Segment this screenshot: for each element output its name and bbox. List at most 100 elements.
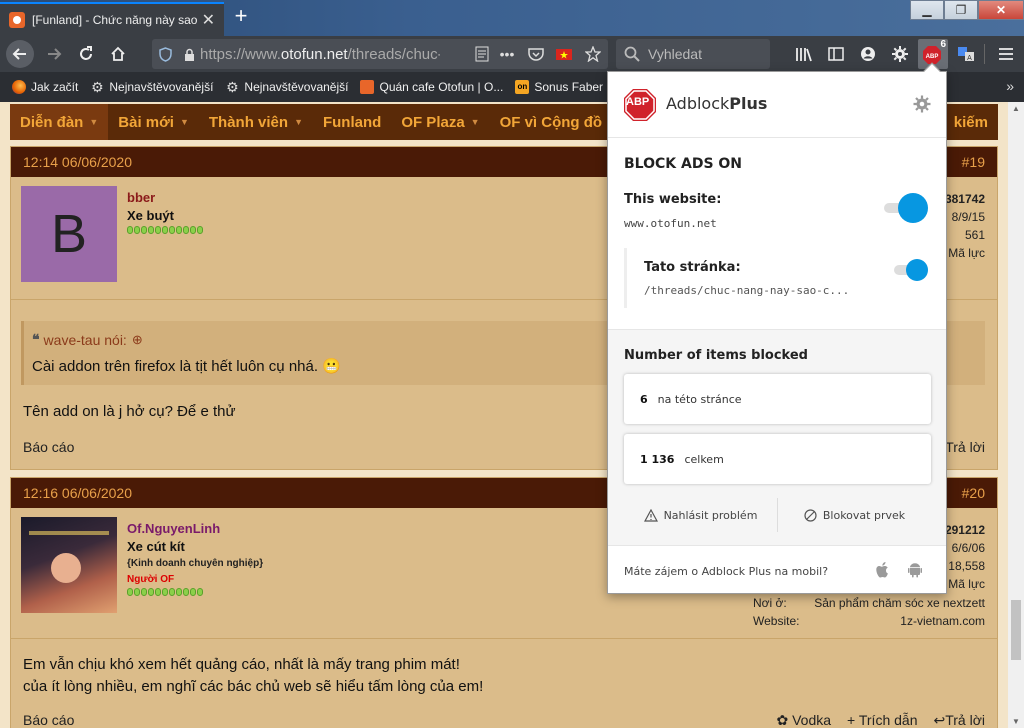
menu-button[interactable]: [992, 40, 1020, 68]
pocket-icon[interactable]: [522, 47, 550, 61]
nav-forum[interactable]: Diễn đàn ▼: [10, 104, 109, 140]
home-icon: [111, 46, 125, 61]
account-button[interactable]: [854, 40, 882, 68]
bookmark-item[interactable]: ⚙ Nejnavštěvovanější: [90, 80, 213, 94]
bookmark-star-icon[interactable]: [578, 46, 608, 62]
warning-icon: [643, 508, 658, 522]
page-path: /threads/chuc-nang-nay-sao-c...: [644, 284, 850, 297]
page-scrollbar[interactable]: ▲ ▼: [1008, 102, 1024, 728]
blocked-heading: Number of items blocked: [624, 348, 808, 363]
user-title: Xe cút kít: [127, 539, 185, 554]
reply-button[interactable]: ↩Trả lời: [933, 712, 985, 728]
bookmark-item[interactable]: ⚙ Nejnavštěvovanější: [225, 80, 348, 94]
apple-icon[interactable]: [876, 562, 890, 578]
reader-view-icon[interactable]: [472, 46, 492, 62]
abp-logo-text: ABP: [626, 96, 650, 108]
quote-button[interactable]: + Trích dẫn: [847, 712, 917, 728]
browser-tab[interactable]: [Funland] - Chức năng này sao c ✕: [0, 2, 224, 36]
abp-stats-section: Number of items blocked 6 na této stránc…: [608, 330, 946, 546]
search-box[interactable]: Vyhledat: [616, 39, 770, 69]
shield-icon[interactable]: [152, 46, 178, 62]
avatar[interactable]: B: [21, 186, 117, 282]
reply-button[interactable]: Trả lời: [945, 439, 985, 455]
restore-button[interactable]: ❐: [944, 0, 978, 20]
back-arrow-icon: [12, 48, 26, 60]
indent-bar: [624, 248, 627, 308]
sidebar-icon: [828, 47, 844, 61]
post-number[interactable]: #19: [962, 154, 985, 170]
library-button[interactable]: [790, 40, 818, 68]
vietnam-flag-icon[interactable]: [550, 48, 578, 60]
back-button[interactable]: [6, 40, 34, 68]
url-text: https://www.otofun.net/threads/chuc-...: [200, 45, 440, 63]
nav-members[interactable]: Thành viên ▼: [199, 104, 313, 140]
avatar-photo-lights: [29, 531, 109, 535]
scroll-up-icon[interactable]: ▲: [1012, 104, 1020, 113]
nav-of-plaza[interactable]: OF Plaza ▼: [391, 104, 489, 140]
close-window-button[interactable]: ✕: [978, 0, 1024, 20]
url-bar[interactable]: https://www.otofun.net/threads/chuc-... …: [152, 39, 608, 69]
home-button[interactable]: [104, 40, 132, 68]
user-extra-info: Nơi ở: Sản phẩm chăm sóc xe nextzett Webs…: [753, 596, 985, 630]
abp-logo-icon: ABP: [923, 46, 941, 64]
report-link[interactable]: Báo cáo: [23, 712, 74, 728]
gear-icon: [892, 46, 908, 62]
settings-extension-button[interactable]: [886, 40, 914, 68]
tab-title: [Funland] - Chức năng này sao c: [32, 13, 200, 27]
settings-gear-icon[interactable]: [913, 95, 931, 113]
total-blocked-count: 1 136: [640, 452, 675, 466]
scrollbar-thumb[interactable]: [1011, 600, 1021, 660]
username[interactable]: Of.NguyenLinh: [127, 521, 220, 536]
nav-funland[interactable]: Funland: [313, 104, 391, 140]
website-link[interactable]: 1z-vietnam.com: [900, 612, 985, 630]
gear-icon: ⚙: [226, 79, 239, 95]
post-number[interactable]: #20: [962, 485, 985, 501]
quote-header[interactable]: ❝ wave-tau nói: ⊕: [32, 331, 143, 348]
chevron-down-icon: ▼: [89, 117, 99, 127]
mobile-promo-text: Máte zájem o Adblock Plus na mobil?: [624, 565, 829, 578]
website-toggle[interactable]: [884, 193, 928, 223]
abp-blocking-section: BLOCK ADS ON This website: www.otofun.ne…: [608, 138, 946, 330]
page-toggle[interactable]: [894, 255, 938, 285]
bookmark-item[interactable]: Quán cafe Otofun | O...: [360, 80, 503, 94]
nav-new-posts[interactable]: Bài mới ▼: [108, 104, 199, 140]
sidebar-button[interactable]: [822, 40, 850, 68]
forward-button[interactable]: [40, 40, 68, 68]
search-placeholder: Vyhledat: [648, 46, 702, 62]
report-issue-button[interactable]: Nahlásit problém: [624, 498, 778, 532]
abp-brand: AdblockPlus: [666, 94, 768, 113]
reputation-bar: [127, 588, 204, 596]
abp-badge-count: 6: [940, 39, 946, 50]
scroll-down-icon[interactable]: ▼: [1012, 717, 1020, 726]
minimize-button[interactable]: ▁: [910, 0, 944, 20]
otofun-favicon-icon: [9, 12, 25, 28]
android-icon[interactable]: [908, 562, 922, 578]
new-tab-button[interactable]: +: [230, 4, 252, 28]
post-date: 12:14 06/06/2020: [23, 154, 132, 170]
bookmark-item[interactable]: on Sonus Faber C: [515, 80, 615, 94]
go-to-quote-icon[interactable]: ⊕: [132, 332, 143, 348]
nav-community[interactable]: OF vì Cộng đồ: [490, 104, 613, 140]
quote-mark-icon: ❝: [32, 331, 40, 347]
report-link[interactable]: Báo cáo: [23, 439, 74, 455]
block-status: BLOCK ADS ON: [624, 156, 743, 172]
abp-actions: Nahlásit problém Blokovat prvek: [624, 498, 931, 532]
page-label: Tato stránka:: [644, 260, 741, 275]
toolbar-separator: [984, 44, 985, 64]
title-bar: [Funland] - Chức năng này sao c ✕ + ▁ ❐ …: [0, 0, 1024, 36]
block-element-button[interactable]: Blokovat prvek: [778, 498, 931, 532]
translate-button[interactable]: A: [952, 40, 980, 68]
reload-button[interactable]: [72, 40, 100, 68]
vodka-button[interactable]: ✿ Vodka: [776, 712, 831, 728]
user-badge: Người OF: [127, 574, 175, 585]
bookmarks-overflow-icon[interactable]: »: [1006, 78, 1014, 94]
nav-search[interactable]: kiếm: [944, 104, 998, 140]
avatar[interactable]: [21, 517, 117, 613]
page-actions-icon[interactable]: •••: [492, 46, 522, 62]
lock-icon[interactable]: [178, 48, 200, 61]
user-subtitle: {Kinh doanh chuyên nghiệp}: [127, 558, 264, 569]
close-tab-icon[interactable]: ✕: [202, 10, 215, 30]
bookmark-item[interactable]: Jak začít: [12, 80, 78, 94]
username[interactable]: bber: [127, 190, 155, 205]
chevron-down-icon: ▼: [179, 117, 189, 127]
